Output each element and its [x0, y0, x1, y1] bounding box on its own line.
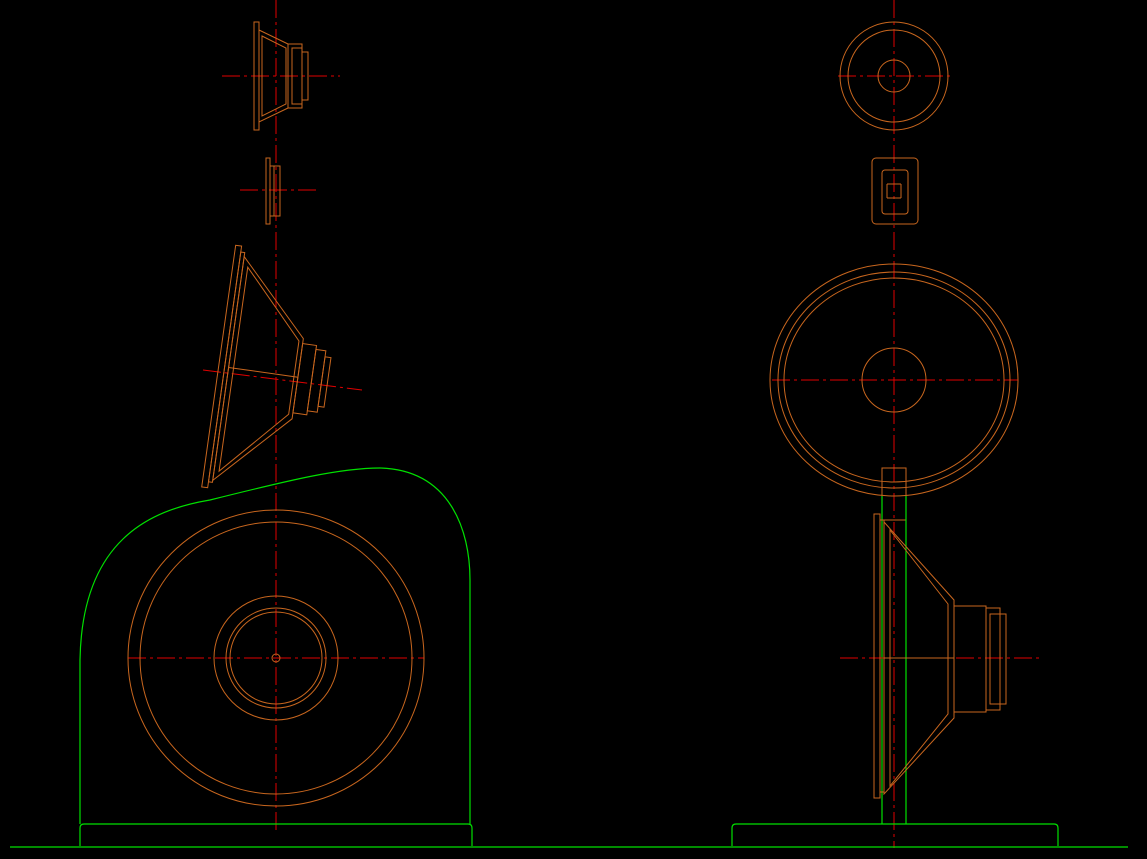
side-midrange-driver [201, 244, 363, 489]
front-tweeter [838, 21, 952, 131]
side-super-tweeter [240, 157, 318, 225]
front-woofer-side-profile [840, 513, 1040, 799]
front-cabinet-base [731, 823, 1059, 846]
side-tweeter [222, 21, 340, 131]
front-super-tweeter [871, 157, 919, 225]
side-view [79, 0, 473, 846]
cad-drawing-canvas [0, 0, 1147, 859]
front-view [731, 0, 1059, 848]
